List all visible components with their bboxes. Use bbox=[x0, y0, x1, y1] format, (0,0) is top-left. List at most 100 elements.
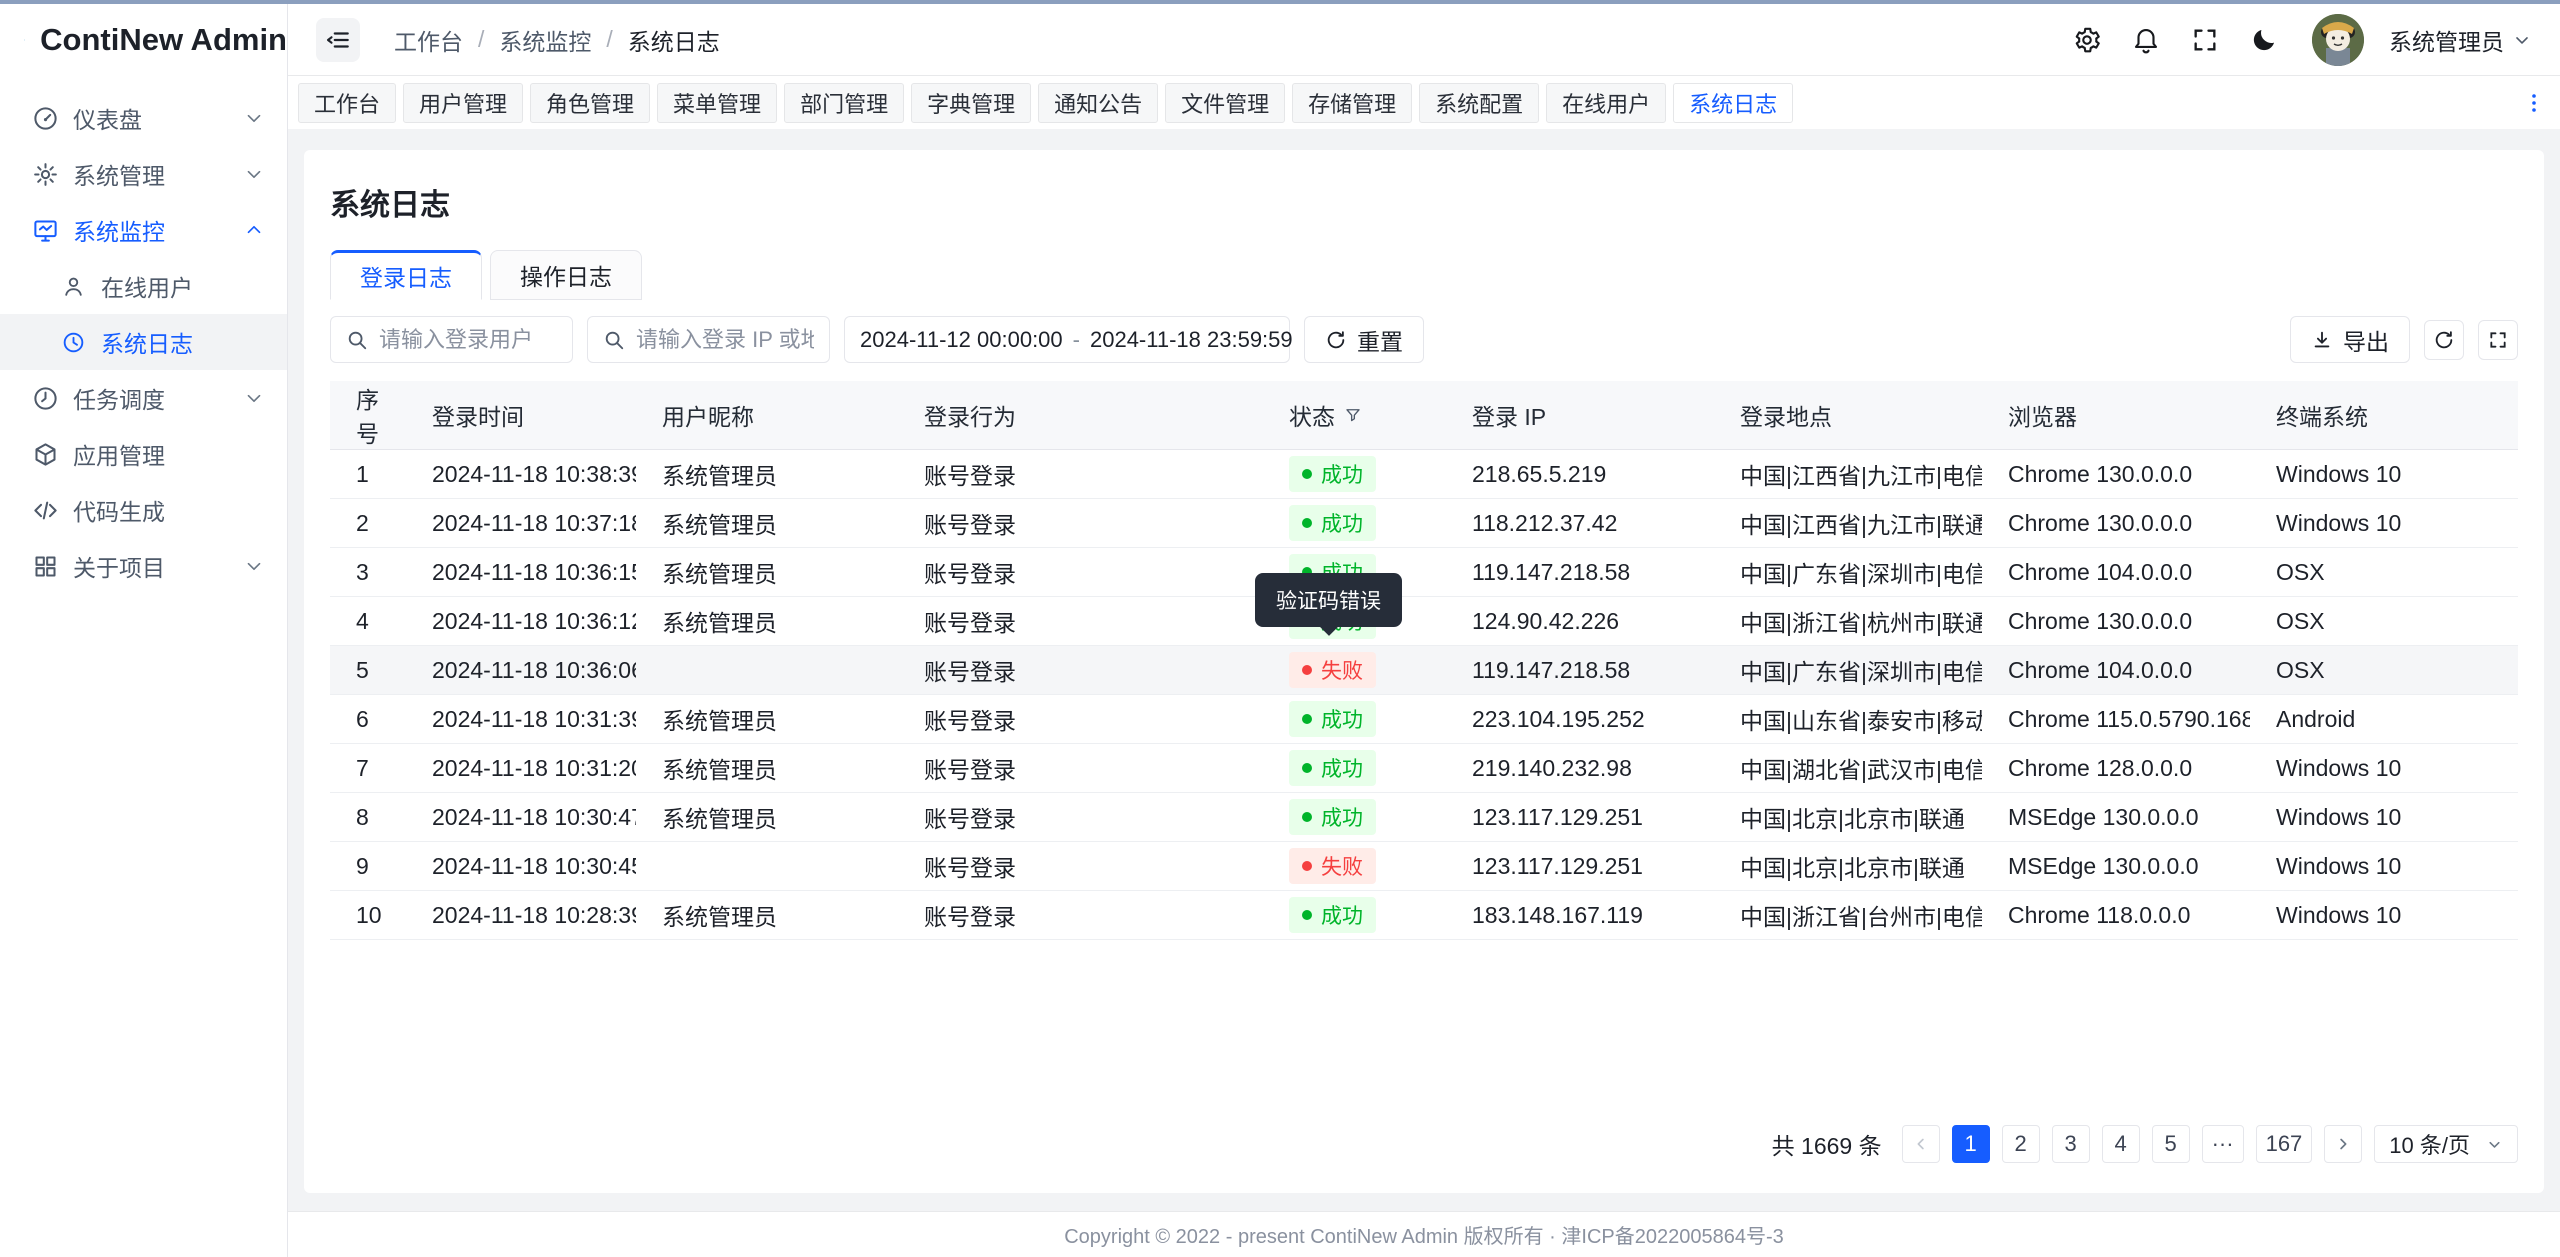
tab-system-config[interactable]: 系统配置 bbox=[1419, 83, 1539, 123]
notifications-button[interactable] bbox=[2129, 23, 2163, 57]
login-user-search[interactable] bbox=[330, 316, 573, 363]
refresh-table-button[interactable] bbox=[2424, 320, 2464, 360]
chevron-down-icon bbox=[243, 163, 265, 185]
cell-os: Windows 10 bbox=[2250, 744, 2518, 793]
table-row: 22024-11-18 10:37:18系统管理员账号登录成功118.212.3… bbox=[330, 499, 2518, 548]
cell-behavior: 账号登录 bbox=[898, 744, 1263, 793]
cell-ip: 118.212.37.42 bbox=[1446, 499, 1714, 548]
sidebar-item-dashboard[interactable]: 仪表盘 bbox=[0, 90, 287, 146]
prev-page-button[interactable] bbox=[1902, 1125, 1940, 1163]
page-button-1[interactable]: 1 bbox=[1952, 1125, 1990, 1163]
sidebar-item-code-generation[interactable]: 代码生成 bbox=[0, 482, 287, 538]
cell-location: 中国|浙江省|杭州市|联通 bbox=[1714, 597, 1982, 646]
page-button-2[interactable]: 2 bbox=[2002, 1125, 2040, 1163]
page-button-5[interactable]: 5 bbox=[2152, 1125, 2190, 1163]
user-icon bbox=[58, 272, 88, 300]
cell-behavior: 账号登录 bbox=[898, 891, 1263, 940]
cell-time: 2024-11-18 10:28:39 bbox=[406, 891, 636, 940]
sidebar-item-about-project[interactable]: 关于项目 bbox=[0, 538, 287, 594]
page-size-select[interactable]: 10 条/页 bbox=[2374, 1125, 2518, 1163]
cell-behavior: 账号登录 bbox=[898, 793, 1263, 842]
pagination-total: 共 1669 条 bbox=[1772, 1127, 1882, 1161]
gear-icon bbox=[2072, 25, 2102, 55]
expand-table-button[interactable] bbox=[2478, 320, 2518, 360]
table-row: 92024-11-18 10:30:45账号登录失败123.117.129.25… bbox=[330, 842, 2518, 891]
fullscreen-button[interactable] bbox=[2188, 23, 2222, 57]
funnel-icon bbox=[1344, 406, 1362, 424]
refresh-icon bbox=[2433, 329, 2455, 351]
collapse-menu-icon bbox=[325, 27, 351, 53]
tab-dict-management[interactable]: 字典管理 bbox=[911, 83, 1031, 123]
login-ip-input[interactable] bbox=[636, 327, 814, 353]
sidebar-item-system-management[interactable]: 系统管理 bbox=[0, 146, 287, 202]
breadcrumb-item-workbench[interactable]: 工作台 bbox=[394, 23, 463, 57]
logo-hexagon-icon bbox=[24, 17, 25, 63]
cell-nickname bbox=[636, 646, 898, 695]
tab-login-log[interactable]: 登录日志 bbox=[330, 250, 482, 300]
cell-os: Android bbox=[2250, 695, 2518, 744]
tab-file-management[interactable]: 文件管理 bbox=[1165, 83, 1285, 123]
page-button-4[interactable]: 4 bbox=[2102, 1125, 2140, 1163]
cell-location: 中国|北京|北京市|联通 bbox=[1714, 793, 1982, 842]
tab-system-log[interactable]: 系统日志 bbox=[1673, 83, 1793, 123]
tab-label: 通知公告 bbox=[1054, 87, 1142, 119]
apps-icon bbox=[30, 552, 60, 580]
breadcrumb-item-system-monitor[interactable]: 系统监控 bbox=[499, 23, 591, 57]
cell-status: 成功 bbox=[1263, 450, 1446, 499]
user-name: 系统管理员 bbox=[2389, 23, 2504, 57]
cell-index: 3 bbox=[330, 548, 406, 597]
cell-location: 中国|广东省|深圳市|电信 bbox=[1714, 646, 1982, 695]
cell-os: Windows 10 bbox=[2250, 499, 2518, 548]
next-page-button[interactable] bbox=[2324, 1125, 2362, 1163]
page-title: 系统日志 bbox=[330, 180, 2518, 224]
tab-notice[interactable]: 通知公告 bbox=[1038, 83, 1158, 123]
date-range-picker[interactable]: 2024-11-12 00:00:00 - 2024-11-18 23:59:5… bbox=[844, 316, 1290, 363]
cell-location: 中国|江西省|九江市|电信 bbox=[1714, 450, 1982, 499]
status-badge[interactable]: 失败 bbox=[1289, 652, 1376, 688]
chevron-left-icon bbox=[1912, 1135, 1930, 1153]
table-row: 72024-11-18 10:31:20系统管理员账号登录成功219.140.2… bbox=[330, 744, 2518, 793]
tab-user-management[interactable]: 用户管理 bbox=[403, 83, 523, 123]
cell-nickname: 系统管理员 bbox=[636, 499, 898, 548]
table-row: 52024-11-18 10:36:06账号登录失败119.147.218.58… bbox=[330, 646, 2518, 695]
chevron-down-icon bbox=[2512, 30, 2532, 50]
tab-workbench[interactable]: 工作台 bbox=[298, 83, 396, 123]
page-button-3[interactable]: 3 bbox=[2052, 1125, 2090, 1163]
cell-index: 8 bbox=[330, 793, 406, 842]
tab-dept-management[interactable]: 部门管理 bbox=[784, 83, 904, 123]
page-button-167[interactable]: 167 bbox=[2256, 1125, 2313, 1163]
sidebar-item-online-users[interactable]: 在线用户 bbox=[0, 258, 287, 314]
status-filter-button[interactable] bbox=[1344, 406, 1362, 424]
tab-label: 存储管理 bbox=[1308, 87, 1396, 119]
tab-menu-management[interactable]: 菜单管理 bbox=[657, 83, 777, 123]
tab-label: 菜单管理 bbox=[673, 87, 761, 119]
table-header: 序号 登录时间 用户昵称 登录行为 状态 登录 IP 登录地点 浏 bbox=[330, 381, 2518, 450]
table-row: 12024-11-18 10:38:39系统管理员账号登录成功218.65.5.… bbox=[330, 450, 2518, 499]
settings-button[interactable] bbox=[2070, 23, 2104, 57]
status-badge: 成功 bbox=[1289, 799, 1376, 835]
sidebar-item-system-log[interactable]: 系统日志 bbox=[0, 314, 287, 370]
dark-mode-button[interactable] bbox=[2247, 23, 2281, 57]
gear-icon bbox=[30, 160, 60, 188]
cell-nickname: 系统管理员 bbox=[636, 695, 898, 744]
sidebar-item-task-scheduler[interactable]: 任务调度 bbox=[0, 370, 287, 426]
reset-button[interactable]: 重置 bbox=[1304, 316, 1424, 363]
tab-operation-log[interactable]: 操作日志 bbox=[490, 250, 642, 300]
login-user-input[interactable] bbox=[379, 327, 557, 353]
login-ip-search[interactable] bbox=[587, 316, 830, 363]
page-ellipsis-button[interactable]: ··· bbox=[2202, 1125, 2244, 1163]
cell-status: 成功 bbox=[1263, 891, 1446, 940]
tab-role-management[interactable]: 角色管理 bbox=[530, 83, 650, 123]
export-button[interactable]: 导出 bbox=[2290, 316, 2410, 363]
tab-online-users[interactable]: 在线用户 bbox=[1546, 83, 1666, 123]
sidebar-item-system-monitor[interactable]: 系统监控 bbox=[0, 202, 287, 258]
tab-storage-management[interactable]: 存储管理 bbox=[1292, 83, 1412, 123]
sidebar-collapse-button[interactable] bbox=[316, 18, 360, 62]
user-menu[interactable]: 系统管理员 bbox=[2389, 23, 2532, 57]
sidebar-item-app-management[interactable]: 应用管理 bbox=[0, 426, 287, 482]
cell-index: 6 bbox=[330, 695, 406, 744]
content-area: 系统日志 登录日志 操作日志 2024-11-12 00:00: bbox=[288, 129, 2560, 1211]
cell-time: 2024-11-18 10:36:12 bbox=[406, 597, 636, 646]
tab-more-button[interactable] bbox=[2522, 91, 2546, 115]
avatar[interactable] bbox=[2312, 14, 2364, 66]
